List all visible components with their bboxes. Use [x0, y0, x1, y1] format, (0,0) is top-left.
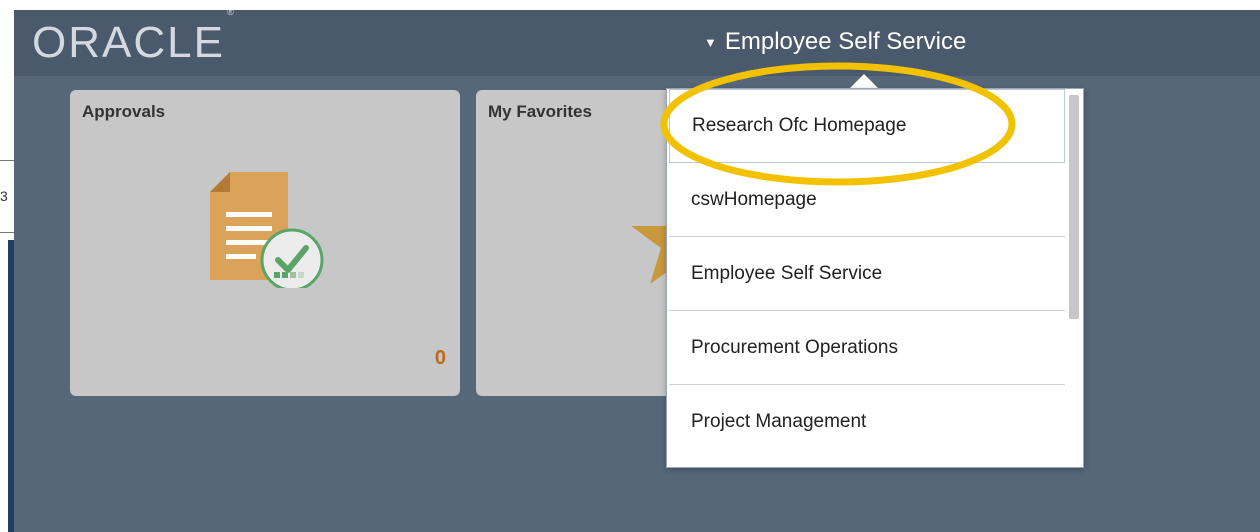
homepage-selector-label: Employee Self Service	[724, 28, 967, 55]
document-check-icon	[210, 172, 324, 288]
menu-item-label: Research Ofc Homepage	[692, 115, 907, 136]
logo-text: ORACLE	[32, 18, 225, 67]
menu-item-employee-self-service[interactable]: Employee Self Service	[669, 237, 1065, 311]
menu-item-procurement-operations[interactable]: Procurement Operations	[669, 311, 1065, 385]
logo-registered-mark: ®	[226, 10, 236, 18]
menu-item-label: Project Management	[691, 411, 867, 432]
menu-item-research-ofc-homepage[interactable]: Research Ofc Homepage	[669, 89, 1065, 163]
triangle-down-icon: ▼	[704, 34, 717, 50]
left-edge-char: 3	[0, 188, 8, 204]
menu-item-label: cswHomepage	[691, 188, 817, 210]
left-page-edge: 3	[0, 0, 14, 532]
approvals-tile-title: Approvals	[82, 102, 166, 121]
my-favorites-tile-title: My Favorites	[488, 102, 592, 121]
app-header: ORACLE® ▼ Employee Self Service	[14, 10, 1260, 76]
homepage-dropdown: Research Ofc Homepage cswHomepage Employ…	[666, 88, 1084, 468]
menu-item-project-management[interactable]: Project Management	[669, 385, 1065, 459]
dropdown-scrollbar[interactable]	[1069, 95, 1079, 319]
menu-item-label: Employee Self Service	[691, 262, 883, 284]
oracle-logo: ORACLE®	[32, 10, 236, 68]
dropdown-caret	[850, 74, 878, 88]
homepage-banner: ORACLE® ▼ Employee Self Service Approval…	[14, 10, 1260, 532]
left-divider-top	[0, 160, 14, 161]
approvals-tile[interactable]: Approvals 0	[70, 90, 460, 396]
menu-item-cswhomepage[interactable]: cswHomepage	[669, 163, 1065, 237]
menu-item-label: Procurement Operations	[691, 336, 898, 358]
left-divider-bottom	[0, 232, 14, 233]
approvals-count: 0	[434, 347, 446, 369]
homepage-selector[interactable]: ▼ Employee Self Service	[704, 28, 966, 56]
